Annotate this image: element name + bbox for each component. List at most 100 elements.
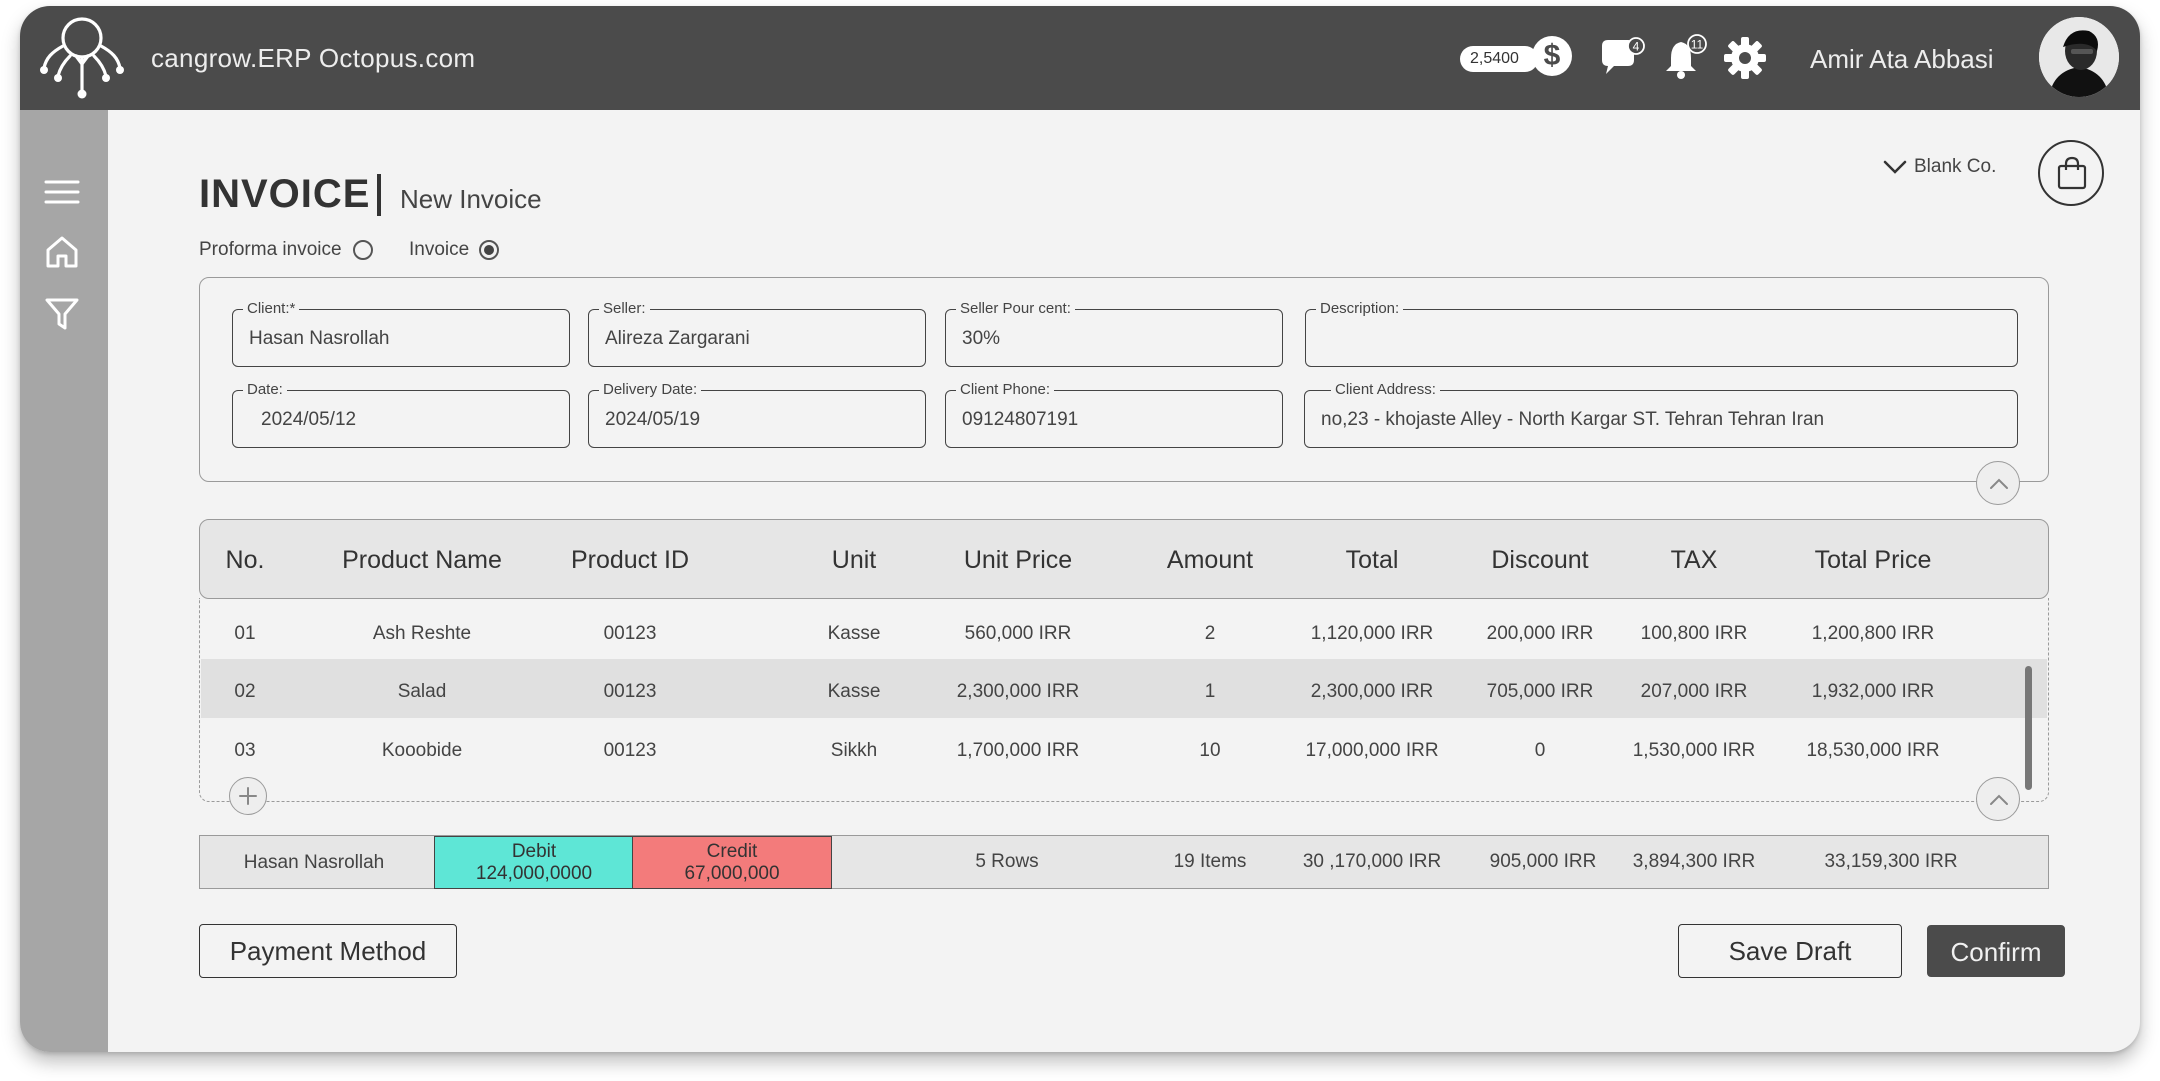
table-cell-no: 03 — [234, 740, 256, 761]
settings-gear-icon[interactable] — [1723, 36, 1767, 80]
delivery-date-value: 2024/05/19 — [605, 409, 701, 430]
seller-percent-field[interactable]: Seller Pour cent: 30% — [945, 301, 1283, 367]
credit-box: Credit 67,000,000 — [632, 836, 832, 889]
date-label: Date: — [243, 382, 287, 398]
sidebar — [20, 110, 108, 1052]
client-value: Hasan Nasrollah — [249, 328, 390, 349]
description-label: Description: — [1316, 301, 1404, 317]
chevron-down-icon[interactable] — [1882, 156, 1908, 178]
column-header-tax[interactable]: TAX — [1671, 546, 1718, 575]
table-cell-unit-price: 1,700,000 IRR — [956, 740, 1080, 761]
seller-percent-value: 30% — [962, 328, 1001, 349]
credit-value: 67,000,000 — [684, 863, 780, 884]
table-cell-product-id: 00123 — [603, 681, 657, 702]
seller-percent-label: Seller Pour cent: — [956, 301, 1075, 317]
table-cell-product-name: Salad — [397, 681, 447, 702]
table-cell-discount: 705,000 IRR — [1486, 681, 1594, 702]
notification-bell-icon[interactable]: 11 — [1661, 34, 1711, 82]
dollar-icon[interactable]: $ — [1532, 36, 1572, 76]
table-cell-total: 2,300,000 IRR — [1310, 681, 1434, 702]
date-value: 2024/05/12 — [261, 409, 357, 430]
company-selector[interactable]: Blank Co. — [1914, 156, 1996, 178]
debit-box: Debit 124,000,0000 — [434, 836, 634, 889]
proforma-invoice-label: Proforma invoice — [199, 239, 342, 260]
user-name[interactable]: Amir Ata Abbasi — [1810, 44, 1994, 75]
table-cell-tax: 207,000 IRR — [1640, 681, 1748, 702]
invoice-radio[interactable] — [479, 240, 499, 260]
table-cell-unit-price: 560,000 IRR — [964, 623, 1072, 644]
column-header-product-name[interactable]: Product Name — [342, 546, 502, 575]
chevron-up-icon — [1990, 478, 2008, 489]
client-phone-field[interactable]: Client Phone: 09124807191 — [945, 382, 1283, 448]
debit-label: Debit — [511, 841, 557, 862]
menu-icon[interactable] — [42, 172, 82, 212]
totals-items: 19 Items — [1173, 851, 1247, 872]
column-header-no[interactable]: No. — [226, 546, 265, 575]
add-row-button[interactable] — [229, 777, 267, 815]
column-header-unit-price[interactable]: Unit Price — [964, 546, 1072, 575]
app-window: cangrow.ERP Octopus.com 2,5400 $ 4 11 Am… — [20, 6, 2140, 1052]
payment-method-button[interactable]: Payment Method — [199, 924, 457, 978]
date-field[interactable]: Date: 2024/05/12 — [232, 382, 570, 448]
column-header-amount[interactable]: Amount — [1167, 546, 1253, 575]
totals-discount: 905,000 IRR — [1489, 851, 1597, 872]
description-field[interactable]: Description: — [1305, 301, 2018, 367]
totals-total: 30 ,170,000 IRR — [1302, 851, 1442, 872]
column-header-total[interactable]: Total — [1346, 546, 1399, 575]
client-address-value: no,23 - khojaste Alley - North Kargar ST… — [1321, 409, 1825, 430]
table-cell-no: 01 — [234, 623, 256, 644]
shopping-bag-button[interactable] — [2038, 140, 2104, 206]
invoice-label: Invoice — [409, 239, 470, 260]
title-divider — [377, 174, 381, 216]
confirm-button[interactable]: Confirm — [1927, 925, 2065, 977]
notifications-count: 11 — [1691, 38, 1704, 52]
app-title: cangrow.ERP Octopus.com — [151, 43, 476, 73]
proforma-invoice-radio[interactable] — [353, 240, 373, 260]
collapse-form-button[interactable] — [1976, 461, 2020, 505]
chevron-up-icon — [1990, 794, 2008, 805]
column-header-total-price[interactable]: Total Price — [1815, 546, 1932, 575]
delivery-date-label: Delivery Date: — [599, 382, 702, 398]
column-header-product-id[interactable]: Product ID — [571, 546, 689, 575]
highlighted-row[interactable] — [201, 659, 2047, 718]
seller-field[interactable]: Seller: Alireza Zargarani — [588, 301, 926, 367]
plus-icon — [239, 787, 257, 805]
user-avatar[interactable] — [2039, 17, 2119, 97]
client-address-field[interactable]: Client Address: no,23 - khojaste Alley -… — [1304, 382, 2018, 448]
filter-icon[interactable] — [42, 294, 82, 334]
seller-label: Seller: — [599, 301, 650, 317]
collapse-table-button[interactable] — [1976, 777, 2020, 821]
debit-value: 124,000,0000 — [475, 863, 593, 884]
column-header-unit[interactable]: Unit — [832, 546, 876, 575]
page-subtitle: New Invoice — [400, 184, 542, 214]
client-field[interactable]: Client:* Hasan Nasrollah — [232, 301, 570, 367]
shopping-bag-icon — [2057, 156, 2087, 190]
table-cell-product-name: Ash Reshte — [372, 623, 472, 644]
table-cell-tax: 100,800 IRR — [1640, 623, 1748, 644]
messages-icon[interactable]: 4 — [1598, 36, 1650, 82]
table-cell-amount: 2 — [1204, 623, 1216, 644]
table-cell-tax: 1,530,000 IRR — [1632, 740, 1756, 761]
table-cell-product-id: 00123 — [603, 740, 657, 761]
save-draft-button[interactable]: Save Draft — [1678, 924, 1902, 978]
top-bar: cangrow.ERP Octopus.com 2,5400 $ 4 11 Am… — [20, 6, 2140, 110]
table-scrollbar[interactable] — [2025, 666, 2032, 790]
totals-tax: 3,894,300 IRR — [1632, 851, 1756, 872]
table-cell-product-name: Kooobide — [381, 740, 463, 761]
table-cell-unit: Kasse — [827, 681, 881, 702]
delivery-date-field[interactable]: Delivery Date: 2024/05/19 — [588, 382, 926, 448]
home-icon[interactable] — [42, 232, 82, 272]
client-phone-label: Client Phone: — [956, 382, 1055, 398]
seller-value: Alireza Zargarani — [605, 328, 750, 349]
table-cell-total-price: 1,932,000 IRR — [1811, 681, 1935, 702]
column-header-discount[interactable]: Discount — [1491, 546, 1588, 575]
client-label: Client:* — [243, 301, 300, 317]
coin-balance[interactable]: 2,5400 — [1460, 46, 1538, 72]
page-title: INVOICE — [199, 172, 371, 216]
table-cell-unit: Kasse — [827, 623, 881, 644]
credit-label: Credit — [706, 841, 758, 862]
client-phone-value: 09124807191 — [962, 409, 1079, 430]
octopus-logo-icon[interactable] — [40, 12, 124, 100]
totals-total-price: 33,159,300 IRR — [1824, 851, 1958, 872]
client-address-label: Client Address: — [1331, 382, 1440, 398]
